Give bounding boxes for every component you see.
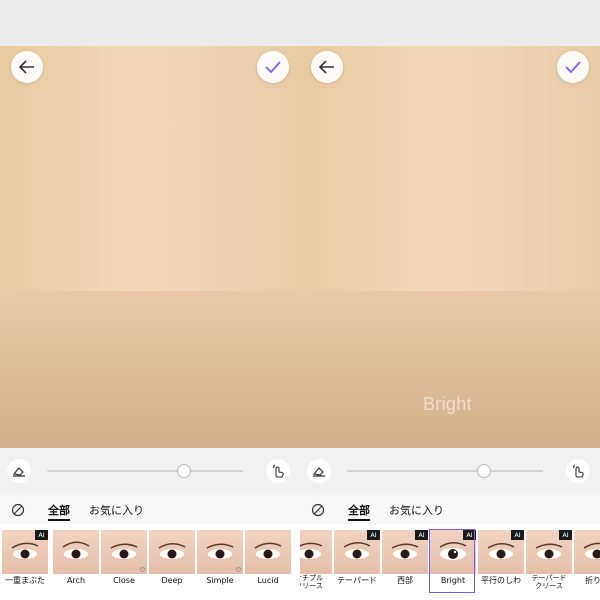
style-card[interactable]: AI テーパード [334, 530, 380, 594]
style-label: Deep [161, 576, 183, 585]
style-card[interactable]: Deep [149, 530, 195, 594]
style-thumbnail [300, 530, 332, 574]
intensity-slider[interactable] [347, 464, 543, 478]
style-label: 西部 [397, 576, 413, 585]
confirm-button[interactable] [257, 51, 289, 83]
style-thumbnail [149, 530, 195, 574]
tab-favorites[interactable]: お気に入り [89, 502, 144, 518]
fav-icon [236, 567, 241, 572]
style-card[interactable]: 折り畳 [574, 530, 600, 594]
check-icon [265, 61, 281, 74]
style-thumbnail: AI [2, 530, 48, 574]
ai-badge: AI [415, 530, 428, 540]
tab-favorites[interactable]: お気に入り [389, 502, 444, 518]
style-thumbnail [245, 530, 291, 574]
style-label: 平行のしわ [481, 576, 521, 585]
style-card[interactable]: ナチプル クリース [300, 530, 332, 594]
hand-tap-icon [273, 464, 284, 478]
style-strip: AI 一重まぶた Arch Close Deep Simple Lucid [0, 524, 300, 600]
style-card[interactable]: Lucid [245, 530, 291, 594]
style-label: テーパード クリース [531, 574, 567, 590]
hand-tap-icon [573, 464, 584, 478]
top-bar [300, 0, 600, 46]
intensity-slider[interactable] [47, 464, 243, 478]
style-label: Close [113, 576, 135, 585]
style-thumbnail: AI [382, 530, 428, 574]
touch-button[interactable] [266, 459, 290, 483]
slider-thumb[interactable] [177, 464, 192, 478]
category-tabs: 全部 お気に入り [300, 496, 600, 524]
eraser-icon [312, 467, 325, 477]
style-card[interactable]: AI 一重まぶた [2, 530, 48, 594]
panel-after: Bright 全部 お気に入り ナチプル クリース A [300, 0, 600, 600]
selection-frame [429, 529, 475, 593]
intensity-slider-row [0, 448, 300, 494]
tab-all[interactable]: 全部 [48, 502, 70, 521]
style-label: Lucid [257, 576, 279, 585]
style-card-selected[interactable]: AI Bright [429, 529, 476, 594]
portrait-photo [0, 46, 300, 448]
eraser-button[interactable] [307, 459, 331, 483]
eraser-icon [12, 467, 25, 477]
confirm-button[interactable] [557, 51, 589, 83]
style-label: Arch [66, 576, 86, 585]
style-label: 一重まぶた [5, 576, 45, 585]
style-thumbnail [574, 530, 600, 574]
style-card[interactable]: Close [101, 530, 147, 594]
style-thumbnail [197, 530, 243, 574]
ai-badge: AI [559, 530, 572, 540]
preset-watermark: Bright [423, 394, 472, 414]
style-card[interactable]: Simple [197, 530, 243, 594]
ai-badge: AI [35, 530, 48, 540]
touch-button[interactable] [566, 459, 590, 483]
style-thumbnail: AI [334, 530, 380, 574]
top-bar [0, 0, 300, 46]
style-card[interactable]: Arch [53, 530, 99, 594]
back-button[interactable] [11, 51, 43, 83]
style-label: 折り畳 [585, 576, 600, 585]
check-icon [565, 61, 581, 74]
style-strip: ナチプル クリース AI テーパード AI 西部 AI Bright [300, 524, 600, 600]
style-label: Simple [206, 576, 234, 585]
style-thumbnail: AI [478, 530, 524, 574]
none-icon[interactable] [11, 503, 25, 517]
ai-badge: AI [511, 530, 524, 540]
panel-before: 全部 お気に入り AI 一重まぶた Arch Close Deep Simple… [0, 0, 300, 600]
slider-thumb[interactable] [477, 464, 492, 478]
style-card[interactable]: AI 平行のしわ [478, 530, 524, 594]
eraser-button[interactable] [7, 459, 31, 483]
portrait-photo [300, 46, 600, 448]
ai-badge: AI [367, 530, 380, 540]
style-thumbnail [101, 530, 147, 574]
back-button[interactable] [311, 51, 343, 83]
style-label: テーパード [337, 576, 377, 585]
style-card[interactable]: AI テーパード クリース [526, 530, 572, 594]
style-thumbnail: AI [526, 530, 572, 574]
none-icon[interactable] [311, 503, 325, 517]
arrow-left-icon [319, 60, 334, 74]
arrow-left-icon [19, 60, 34, 74]
tab-all[interactable]: 全部 [348, 502, 370, 521]
intensity-slider-row [300, 448, 600, 494]
style-card[interactable]: AI 西部 [382, 530, 428, 594]
category-tabs: 全部 お気に入り [0, 496, 300, 524]
style-label: ナチプル クリース [300, 574, 323, 590]
style-thumbnail [53, 530, 99, 574]
fav-icon [140, 567, 145, 572]
